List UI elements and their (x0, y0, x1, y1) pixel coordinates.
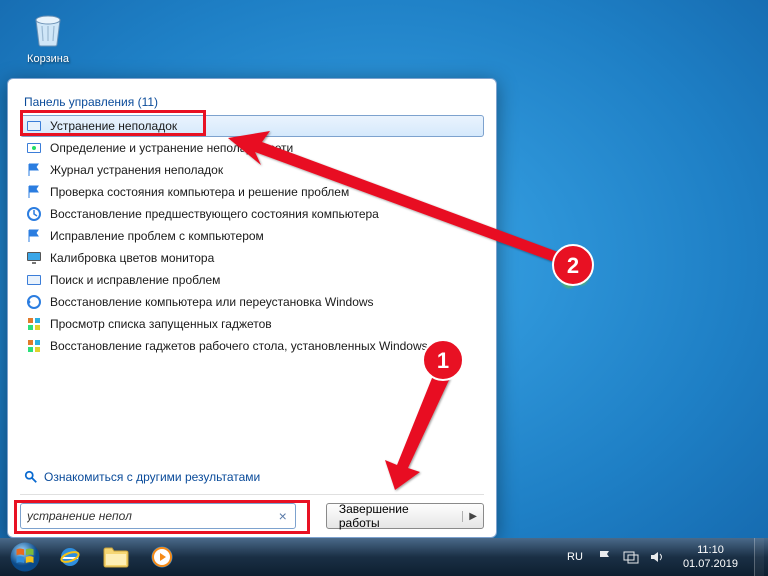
result-list: Устранение неполадок Определение и устра… (20, 115, 484, 357)
result-label: Определение и устранение неполадок сети (50, 141, 293, 155)
result-label: Устранение неполадок (50, 119, 177, 133)
taskbar: RU 11:10 01.07.2019 (0, 538, 768, 576)
desktop: Корзина Панель управления (11) Устранени… (0, 0, 768, 576)
troubleshoot-icon (26, 118, 42, 134)
result-item-fix-problems[interactable]: Исправление проблем с компьютером (20, 225, 484, 247)
system-tray: RU 11:10 01.07.2019 (563, 543, 752, 572)
search-clear-button[interactable]: × (277, 508, 289, 524)
more-results-label: Ознакомиться с другими результатами (44, 470, 260, 484)
results-header[interactable]: Панель управления (11) (20, 89, 484, 115)
language-indicator[interactable]: RU (563, 551, 587, 563)
shutdown-label: Завершение работы (327, 502, 462, 530)
recycle-bin-label: Корзина (18, 53, 78, 65)
result-label: Журнал устранения неполадок (50, 163, 223, 177)
search-box[interactable]: × (20, 503, 296, 529)
troubleshoot-icon (26, 272, 42, 288)
clock[interactable]: 11:10 01.07.2019 (675, 543, 746, 572)
result-label: Исправление проблем с компьютером (50, 229, 264, 243)
result-label: Восстановление гаджетов рабочего стола, … (50, 339, 428, 353)
shutdown-button[interactable]: Завершение работы ▶ (326, 503, 484, 529)
result-item-troubleshoot[interactable]: Устранение неполадок (20, 115, 484, 137)
network-icon (26, 140, 42, 156)
restore-icon (26, 294, 42, 310)
result-item-history[interactable]: Журнал устранения неполадок (20, 159, 484, 181)
flag-icon (26, 162, 42, 178)
result-item-recover-reinstall[interactable]: Восстановление компьютера или переустано… (20, 291, 484, 313)
result-item-check-status[interactable]: Проверка состояния компьютера и решение … (20, 181, 484, 203)
shutdown-menu-split[interactable]: ▶ (462, 511, 483, 522)
result-item-gadget-list[interactable]: Просмотр списка запущенных гаджетов (20, 313, 484, 335)
result-item-find-fix[interactable]: Поиск и исправление проблем (20, 269, 484, 291)
result-item-network-troubleshoot[interactable]: Определение и устранение неполадок сети (20, 137, 484, 159)
result-item-restore[interactable]: Восстановление предшествующего состояния… (20, 203, 484, 225)
taskbar-explorer[interactable] (94, 541, 138, 573)
result-label: Просмотр списка запущенных гаджетов (50, 317, 272, 331)
flag-icon (26, 228, 42, 244)
result-label: Восстановление компьютера или переустано… (50, 295, 374, 309)
folder-icon (103, 546, 129, 568)
show-desktop-button[interactable] (754, 538, 764, 576)
search-input[interactable] (27, 509, 277, 523)
volume-icon[interactable] (649, 549, 665, 565)
network-tray-icon[interactable] (623, 549, 639, 565)
result-label: Восстановление предшествующего состояния… (50, 207, 379, 221)
gadget-icon (26, 316, 42, 332)
result-label: Поиск и исправление проблем (50, 273, 220, 287)
clock-time: 11:10 (683, 543, 738, 557)
more-results-link[interactable]: Ознакомиться с другими результатами (20, 464, 484, 494)
start-menu: Панель управления (11) Устранение непола… (7, 78, 497, 538)
taskbar-media-player[interactable] (140, 541, 184, 573)
clock-date: 01.07.2019 (683, 557, 738, 571)
taskbar-ie[interactable] (48, 541, 92, 573)
result-label: Проверка состояния компьютера и решение … (50, 185, 349, 199)
flag-icon (26, 184, 42, 200)
action-center-icon[interactable] (597, 549, 613, 565)
start-orb-icon (8, 540, 42, 574)
monitor-icon (26, 250, 42, 266)
media-player-icon (150, 545, 174, 569)
result-label: Калибровка цветов монитора (50, 251, 214, 265)
start-button[interactable] (4, 540, 46, 574)
result-item-calibrate-color[interactable]: Калибровка цветов монитора (20, 247, 484, 269)
start-menu-bottom: × Завершение работы ▶ (20, 494, 484, 529)
recycle-bin-icon (28, 8, 68, 48)
restore-icon (26, 206, 42, 222)
ie-icon (58, 545, 82, 569)
search-icon (24, 470, 38, 484)
gadget-icon (26, 338, 42, 354)
windows-logo-hint (555, 255, 595, 295)
result-item-gadget-restore[interactable]: Восстановление гаджетов рабочего стола, … (20, 335, 484, 357)
recycle-bin[interactable]: Корзина (18, 8, 78, 65)
